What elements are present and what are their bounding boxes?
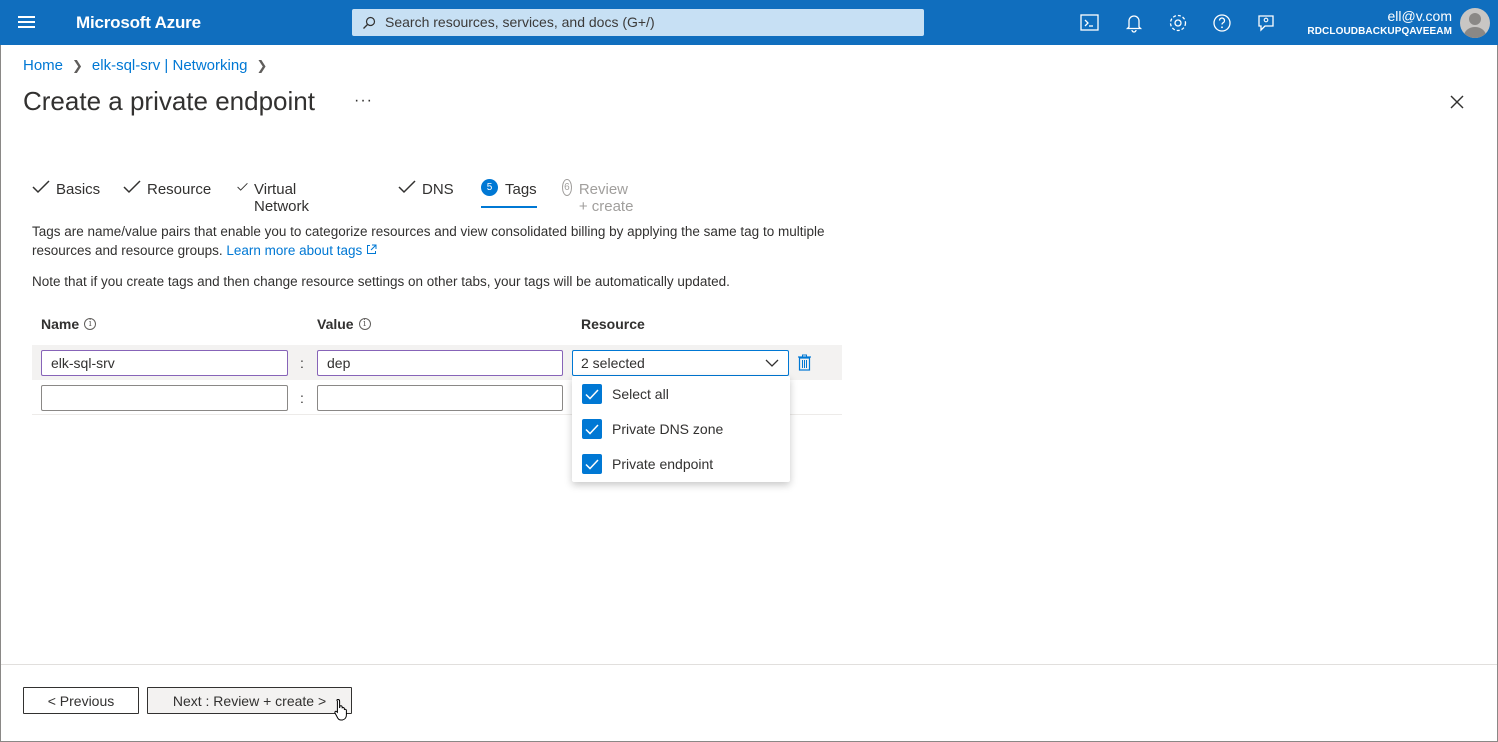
tab-label: Tags [505,181,537,198]
cloud-shell-icon[interactable] [1079,12,1101,34]
column-header-resource: Resource [581,316,645,332]
tab-tags[interactable]: 5 Tags [481,176,537,208]
settings-icon[interactable] [1167,12,1189,34]
info-icon[interactable]: i [358,318,371,330]
option-label: Private DNS zone [612,421,724,437]
column-header-name: Name i [41,316,97,332]
more-options-icon[interactable]: ··· [354,92,373,110]
tab-label: Resource [147,181,212,198]
tag-name-input[interactable] [41,385,288,411]
checkmark-icon [398,180,416,194]
checkmark-icon [32,180,50,194]
chevron-right-icon: ❯ [72,57,83,73]
avatar[interactable] [1460,8,1490,38]
chevron-right-icon: ❯ [256,57,268,73]
tab-resource[interactable]: Resource [123,176,211,208]
resource-dropdown[interactable]: 2 selected [572,350,789,376]
tags-description: Tags are name/value pairs that enable yo… [32,222,832,260]
tab-virtual-network[interactable]: Virtual Network [237,176,316,215]
user-email: ell@v.com [1387,8,1452,24]
option-select-all[interactable]: Select all [582,383,669,405]
page-title: Create a private endpoint [23,86,315,116]
breadcrumb-networking[interactable]: elk-sql-srv | Networking [92,57,248,74]
top-bar: Microsoft Azure Search resources, servic… [0,0,1498,45]
breadcrumb-home[interactable]: Home [23,57,63,74]
close-icon[interactable] [1449,94,1465,110]
menu-icon[interactable] [18,13,38,31]
hand-cursor-icon [334,698,347,721]
info-icon[interactable]: i [84,318,97,330]
tag-value-input[interactable] [317,385,563,411]
checkbox-checked-icon[interactable] [582,419,602,439]
notifications-icon[interactable] [1123,12,1145,34]
footer-divider [1,664,1497,665]
delete-icon[interactable] [797,354,812,371]
tab-label: Review + create [578,181,634,215]
dropdown-value: 2 selected [581,355,645,371]
checkmark-icon [123,180,141,194]
next-review-create-button[interactable]: Next : Review + create > [147,687,352,714]
feedback-icon[interactable] [1255,12,1277,34]
checkmark-icon [237,183,248,191]
tab-label: Virtual Network [254,181,310,215]
checkbox-checked-icon[interactable] [582,454,602,474]
resource-dropdown-menu: Select all Private DNS zone Private endp… [572,376,790,482]
search-placeholder: Search resources, services, and docs (G+… [385,14,655,30]
step-number: 5 [481,179,498,196]
separator: : [300,355,304,371]
user-account[interactable]: ell@v.com RDCLOUDBACKUPQAVEEAM [1307,8,1452,39]
checkbox-checked-icon[interactable] [582,384,602,404]
description-text: Tags are name/value pairs that enable yo… [32,224,825,258]
tag-name-input[interactable]: elk-sql-srv [41,350,288,376]
tab-label: Basics [56,181,101,198]
tab-dns[interactable]: DNS [398,176,454,208]
tag-value-input[interactable]: dep [317,350,563,376]
search-input[interactable]: Search resources, services, and docs (G+… [352,9,924,36]
user-tenant: RDCLOUDBACKUPQAVEEAM [1307,26,1452,37]
option-label: Select all [612,386,669,402]
tab-label: DNS [422,181,454,198]
separator: : [300,390,304,406]
column-header-value: Value i [317,316,371,332]
chevron-down-icon [765,359,779,367]
tab-basics[interactable]: Basics [32,176,100,208]
brand-title[interactable]: Microsoft Azure [76,13,201,33]
option-label: Private endpoint [612,456,714,472]
help-icon[interactable] [1211,12,1233,34]
tags-note: Note that if you create tags and then ch… [32,274,730,289]
option-private-dns-zone[interactable]: Private DNS zone [582,418,723,440]
option-private-endpoint[interactable]: Private endpoint [582,453,713,475]
breadcrumb: Home ❯ elk-sql-srv | Networking ❯ [23,57,276,74]
tab-review-create: 6 Review + create [562,176,635,215]
search-icon [363,16,376,29]
previous-button[interactable]: < Previous [23,687,139,714]
step-number: 6 [562,179,572,196]
external-link-icon [366,244,377,254]
learn-more-link[interactable]: Learn more about tags [226,243,377,258]
